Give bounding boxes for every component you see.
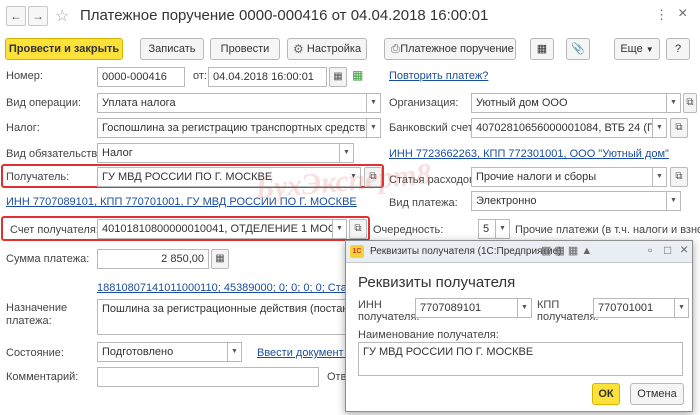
expense-open-icon[interactable]: ⧉ — [670, 167, 688, 187]
dialog-close-button[interactable]: × — [680, 241, 688, 257]
dialog-inn-label-2: получателя: — [358, 311, 420, 323]
bank-account-dropdown-icon[interactable]: ▼ — [653, 118, 667, 138]
date-label: от: — [193, 70, 207, 82]
amount-input[interactable]: 2 850,00 — [97, 249, 209, 269]
settings-button[interactable]: ⚙ Настройка — [287, 38, 367, 60]
calculator-icon[interactable]: ▦ — [211, 249, 229, 269]
settings-label: Настройка — [306, 43, 362, 55]
account-open-icon[interactable]: ⧉ — [349, 219, 367, 239]
purpose-label: Назначение — [6, 302, 68, 314]
bank-account-input[interactable]: 40702810656000001084, ВТБ 24 (ПАО) — [471, 118, 653, 138]
organization-input[interactable]: Уютный дом ООО — [471, 93, 667, 113]
amount-label: Сумма платежа: — [6, 253, 90, 265]
payment-type-dropdown-icon[interactable]: ▼ — [667, 191, 681, 211]
forward-button[interactable]: → — [28, 6, 48, 26]
dialog-name-label: Наименование получателя: — [358, 329, 499, 341]
close-window-button[interactable]: × — [678, 5, 687, 23]
favorite-star-icon[interactable]: ☆ — [55, 6, 69, 26]
operation-dropdown-icon[interactable]: ▼ — [367, 93, 381, 113]
dialog-kpp-dropdown-icon[interactable]: ▼ — [675, 298, 689, 318]
more-dropdown-button[interactable]: Еще ▼ — [614, 38, 660, 60]
1c-logo-icon: 1С — [350, 245, 364, 258]
payment-type-label: Вид платежа: — [389, 197, 458, 209]
dialog-kpp-input[interactable]: 770701001 — [593, 298, 675, 318]
organization-dropdown-icon[interactable]: ▼ — [667, 93, 681, 113]
window-titlebar: ← → ☆ Платежное поручение 0000-000416 от… — [0, 0, 700, 30]
purpose-label-2: платежа: — [6, 315, 52, 327]
printer-icon: ⎙ — [391, 43, 400, 55]
kbk-details-link[interactable]: 18810807141011000110; 45389000; 0; 0; 0;… — [97, 282, 381, 294]
post-button[interactable]: Провести — [210, 38, 280, 60]
help-button[interactable]: ? — [666, 38, 690, 60]
obligation-label: Вид обязательства: — [6, 148, 107, 160]
recipient-inn-link[interactable]: ИНН 7707089101, КПП 770701001, ГУ МВД РО… — [6, 196, 357, 208]
gear-icon: ⚙ — [293, 42, 304, 56]
state-select[interactable]: Подготовлено — [97, 342, 228, 362]
responsible-label: Отв — [327, 371, 347, 383]
dialog-titlebar: 1С Реквизиты получателя (1С:Предприятие)… — [346, 241, 692, 263]
dialog-minimize-button[interactable]: ▫ — [648, 243, 652, 257]
number-input[interactable]: 0000-000416 — [97, 67, 185, 87]
number-label: Номер: — [6, 70, 43, 82]
dialog-inn-dropdown-icon[interactable]: ▼ — [518, 298, 532, 318]
structure-icon[interactable]: ▦ — [530, 38, 554, 60]
calendar-icon[interactable]: ▦ — [329, 67, 347, 87]
expense-input[interactable]: Прочие налоги и сборы — [471, 167, 653, 187]
window-title: Платежное поручение 0000-000416 от 04.04… — [80, 7, 489, 24]
priority-description: Прочие платежи (в т.ч. налоги и взносы) — [515, 224, 700, 236]
dialog-cancel-button[interactable]: Отмена — [630, 383, 684, 405]
priority-dropdown-icon[interactable]: ▼ — [496, 219, 510, 239]
recipient-details-dialog: 1С Реквизиты получателя (1С:Предприятие)… — [345, 240, 693, 412]
dialog-ok-button[interactable]: ОК — [592, 383, 620, 405]
state-label: Состояние: — [6, 347, 64, 359]
obligation-select[interactable]: Налог — [97, 143, 340, 163]
comment-input[interactable] — [97, 367, 319, 387]
priority-label: Очередность: — [373, 224, 444, 236]
recipient-label: Получатель: — [6, 171, 70, 183]
dialog-inn-input[interactable]: 7707089101 — [415, 298, 518, 318]
print-payment-order-button[interactable]: ⎙ Платежное поручение — [384, 38, 516, 60]
dialog-window-title: Реквизиты получателя (1С:Предприятие) — [370, 246, 562, 257]
tax-input[interactable]: Госпошлина за регистрацию транспортных с… — [97, 118, 367, 138]
organization-open-icon[interactable]: ⧉ — [683, 93, 697, 113]
chevron-down-icon: ▼ — [645, 45, 654, 54]
tax-dropdown-icon[interactable]: ▼ — [367, 118, 381, 138]
dialog-kpp-label-2: получателя: — [537, 311, 599, 323]
more-label: Еще — [620, 43, 643, 55]
post-and-close-button[interactable]: Провести и закрыть — [5, 38, 123, 60]
account-input[interactable]: 40101810800000010041, ОТДЕЛЕНИЕ 1 МОСКВА — [97, 219, 333, 239]
print-label: Платежное поручение — [400, 43, 514, 55]
expense-dropdown-icon[interactable]: ▼ — [653, 167, 667, 187]
state-dropdown-icon[interactable]: ▼ — [228, 342, 242, 362]
payment-type-select[interactable]: Электронно — [471, 191, 667, 211]
bank-account-open-icon[interactable]: ⧉ — [670, 118, 688, 138]
operation-label: Вид операции: — [6, 97, 82, 109]
dialog-inn-label: ИНН — [358, 299, 382, 311]
save-button[interactable]: Записать — [140, 38, 204, 60]
dialog-tool-icons[interactable]: ▦ ▦ ▦ ▲ — [541, 244, 592, 257]
tax-label: Налог: — [6, 122, 40, 134]
organization-inn-link[interactable]: ИНН 7723662263, КПП 772301001, ООО "Уютн… — [389, 148, 669, 160]
account-dropdown-icon[interactable]: ▼ — [333, 219, 347, 239]
obligation-dropdown-icon[interactable]: ▼ — [340, 143, 354, 163]
attachment-icon[interactable]: 📎 — [566, 38, 590, 60]
dialog-kpp-label: КПП — [537, 299, 560, 311]
priority-select[interactable]: 5 — [478, 219, 496, 239]
repeat-payment-link[interactable]: Повторить платеж? — [389, 70, 488, 82]
date-input[interactable]: 04.04.2018 16:00:01 — [208, 67, 327, 87]
operation-select[interactable]: Уплата налога — [97, 93, 367, 113]
purpose-textarea[interactable]: Пошлина за регистрационные действия (пос… — [97, 299, 347, 335]
fill-icon[interactable]: ▦ — [352, 68, 363, 82]
dialog-heading: Реквизиты получателя — [358, 274, 516, 291]
more-actions-icon[interactable]: ⋮ — [655, 7, 668, 23]
organization-label: Организация: — [389, 97, 459, 109]
dialog-name-textarea[interactable]: ГУ МВД РОССИИ ПО Г. МОСКВЕ — [358, 342, 683, 376]
account-label: Счет получателя: — [10, 224, 99, 236]
bank-account-label: Банковский счет: — [389, 122, 476, 134]
comment-label: Комментарий: — [6, 371, 79, 383]
dialog-maximize-button[interactable]: □ — [664, 243, 671, 257]
back-button[interactable]: ← — [6, 6, 26, 26]
